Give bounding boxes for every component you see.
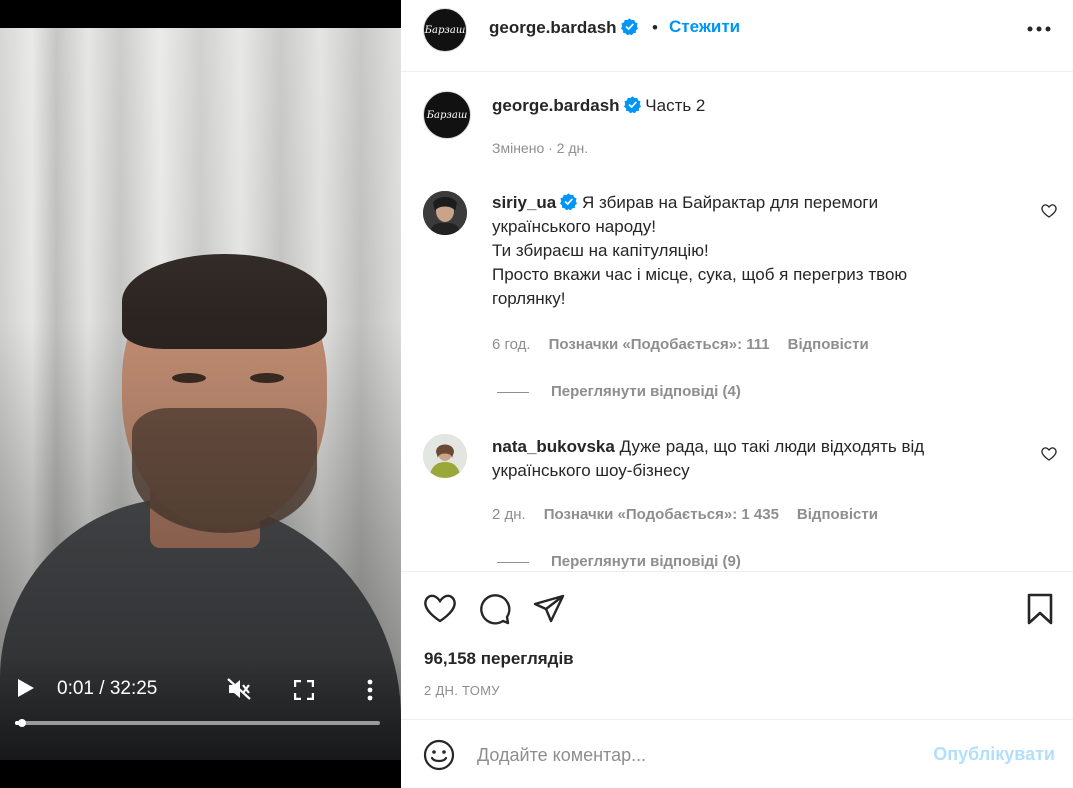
video-shading bbox=[0, 28, 401, 760]
video-progress-bar[interactable] bbox=[15, 719, 380, 727]
comment-meta: 2 дн. Позначки «Подобається»: 1 435 Відпов… bbox=[492, 506, 878, 523]
comment-likes[interactable]: Позначки «Подобається»: 111 bbox=[549, 336, 770, 353]
avatar[interactable]: Барзаш bbox=[423, 8, 467, 52]
view-replies-label[interactable]: Переглянути відповіді (9) bbox=[551, 553, 741, 570]
view-replies-button[interactable]: Переглянути відповіді (4) bbox=[497, 383, 741, 400]
comment-composer: Опублікувати bbox=[401, 719, 1073, 788]
comment-text: siriy_ua Я збирав на Байрактар для перем… bbox=[492, 191, 1012, 311]
video-player[interactable]: 0:01 / 32:25 bbox=[0, 0, 401, 788]
avatar[interactable] bbox=[423, 434, 467, 478]
view-replies-button[interactable]: Переглянути відповіді (9) bbox=[497, 553, 741, 570]
verified-badge-icon bbox=[620, 18, 638, 35]
video-time-display: 0:01 / 32:25 bbox=[57, 678, 158, 699]
comment-line: Дуже рада, що такі люди відходять від bbox=[619, 437, 925, 456]
post-side-panel: Барзаш george.bardash • Стежити Барзаш g… bbox=[401, 0, 1073, 788]
comment-age: 2 дн. bbox=[492, 506, 526, 523]
bookmark-icon[interactable] bbox=[1023, 592, 1057, 626]
avatar[interactable]: Барзаш bbox=[423, 91, 471, 139]
verified-badge-icon bbox=[623, 96, 641, 113]
comment-line: українського шоу-бізнесу bbox=[492, 461, 690, 480]
replies-divider bbox=[497, 561, 529, 563]
caption-meta: Змінено · 2 дн. bbox=[492, 140, 589, 156]
replies-divider bbox=[497, 391, 529, 393]
header-separator-dot: • bbox=[652, 18, 658, 37]
comment-likes[interactable]: Позначки «Подобається»: 1 435 bbox=[544, 506, 779, 523]
fullscreen-icon[interactable] bbox=[294, 680, 314, 700]
comment-username[interactable]: siriy_ua bbox=[492, 193, 556, 212]
comment-icon[interactable] bbox=[478, 592, 512, 626]
comment-line: горлянку! bbox=[492, 289, 566, 308]
views-count[interactable]: 96,158 переглядів bbox=[424, 649, 574, 669]
video-frame[interactable] bbox=[0, 28, 401, 760]
heart-icon[interactable] bbox=[423, 592, 457, 626]
comment-line: Ти збираєш на капітуляцію! bbox=[492, 241, 709, 260]
header-username-text[interactable]: george.bardash bbox=[489, 18, 617, 37]
comments-list[interactable]: Барзаш george.bardash Часть 2 Змінено · … bbox=[401, 73, 1073, 571]
caption-text: Часть 2 bbox=[645, 96, 706, 115]
more-horizontal-icon[interactable] bbox=[1027, 26, 1051, 32]
avatar-photo bbox=[423, 191, 467, 235]
comment-meta: 6 год. Позначки «Подобається»: 111 Відпові… bbox=[492, 336, 869, 353]
comment-like-heart-icon[interactable] bbox=[1041, 446, 1057, 462]
mute-icon[interactable] bbox=[226, 677, 252, 701]
post-header: Барзаш george.bardash • Стежити bbox=[401, 0, 1073, 72]
follow-button[interactable]: Стежити bbox=[669, 17, 740, 37]
post-actions: 96,158 переглядів 2 ДН. ТОМУ bbox=[401, 571, 1073, 719]
comment-line: українського народу! bbox=[492, 217, 656, 236]
share-icon[interactable] bbox=[532, 592, 566, 626]
comment-input[interactable] bbox=[477, 740, 917, 770]
play-icon[interactable] bbox=[18, 679, 34, 697]
comment-like-heart-icon[interactable] bbox=[1041, 203, 1057, 219]
caption-username[interactable]: george.bardash bbox=[492, 96, 620, 115]
reply-button[interactable]: Відповісти bbox=[797, 506, 878, 523]
caption-text-row: george.bardash Часть 2 bbox=[492, 94, 1012, 118]
publish-button[interactable]: Опублікувати bbox=[933, 744, 1055, 765]
header-username[interactable]: george.bardash bbox=[489, 18, 638, 38]
verified-badge-icon bbox=[560, 193, 578, 210]
avatar-logo-text: Барзаш bbox=[424, 24, 466, 36]
more-vert-icon[interactable] bbox=[360, 678, 380, 702]
avatar[interactable] bbox=[423, 191, 467, 235]
comment-age: 6 год. bbox=[492, 336, 531, 353]
comment-line: Я збирав на Байрактар для перемоги bbox=[582, 193, 879, 212]
avatar-photo bbox=[423, 434, 467, 478]
emoji-icon[interactable] bbox=[423, 739, 455, 771]
view-replies-label[interactable]: Переглянути відповіді (4) bbox=[551, 383, 741, 400]
avatar-logo-text: Барзаш bbox=[426, 109, 468, 121]
reply-button[interactable]: Відповісти bbox=[788, 336, 869, 353]
post-timestamp[interactable]: 2 ДН. ТОМУ bbox=[424, 683, 500, 698]
comment-line: Просто вкажи час і місце, сука, щоб я пе… bbox=[492, 265, 908, 284]
comment-text: nata_bukovska Дуже рада, що такі люди ві… bbox=[492, 435, 1012, 483]
comment-username[interactable]: nata_bukovska bbox=[492, 437, 615, 456]
